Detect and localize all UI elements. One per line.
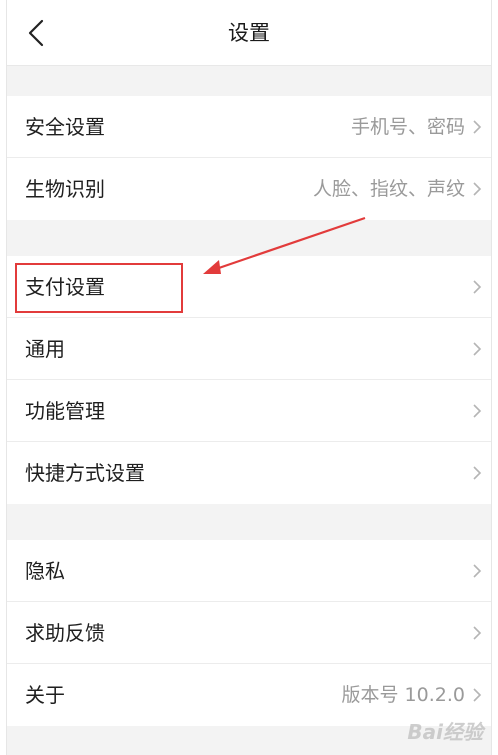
settings-group-account: 安全设置 手机号、密码 生物识别 人脸、指纹、声纹	[7, 96, 491, 220]
settings-screen: 设置 安全设置 手机号、密码 生物识别 人脸、指纹、声纹 支付设置 通用 功能管…	[6, 0, 492, 755]
row-label: 快捷方式设置	[25, 461, 145, 485]
settings-group-about: 隐私 求助反馈 关于 版本号 10.2.0	[7, 540, 491, 726]
row-label: 通用	[25, 337, 65, 361]
page-title: 设置	[228, 21, 270, 45]
chevron-right-icon	[473, 182, 482, 196]
row-label: 求助反馈	[25, 621, 105, 645]
settings-row-help-feedback[interactable]: 求助反馈	[7, 602, 491, 664]
nav-bar: 设置	[7, 0, 491, 66]
settings-row-feature-management[interactable]: 功能管理	[7, 380, 491, 442]
chevron-right-icon	[473, 342, 482, 356]
settings-row-security[interactable]: 安全设置 手机号、密码	[7, 96, 491, 158]
row-label: 生物识别	[25, 177, 105, 201]
chevron-right-icon	[473, 120, 482, 134]
row-label: 关于	[25, 683, 65, 707]
annotation-highlight-box	[15, 263, 183, 313]
chevron-right-icon	[473, 564, 482, 578]
chevron-right-icon	[473, 626, 482, 640]
chevron-right-icon	[473, 688, 482, 702]
settings-row-biometrics[interactable]: 生物识别 人脸、指纹、声纹	[7, 158, 491, 220]
settings-row-shortcuts[interactable]: 快捷方式设置	[7, 442, 491, 504]
row-label: 隐私	[25, 559, 65, 583]
chevron-right-icon	[473, 280, 482, 294]
watermark: Bai经验	[407, 720, 483, 744]
settings-row-general[interactable]: 通用	[7, 318, 491, 380]
row-label: 安全设置	[25, 115, 105, 139]
chevron-right-icon	[473, 466, 482, 480]
row-value: 人脸、指纹、声纹	[312, 178, 465, 200]
row-value: 手机号、密码	[350, 116, 465, 138]
annotation-arrow-icon	[203, 216, 366, 274]
chevron-right-icon	[473, 404, 482, 418]
settings-row-privacy[interactable]: 隐私	[7, 540, 491, 602]
row-label: 功能管理	[25, 399, 105, 423]
